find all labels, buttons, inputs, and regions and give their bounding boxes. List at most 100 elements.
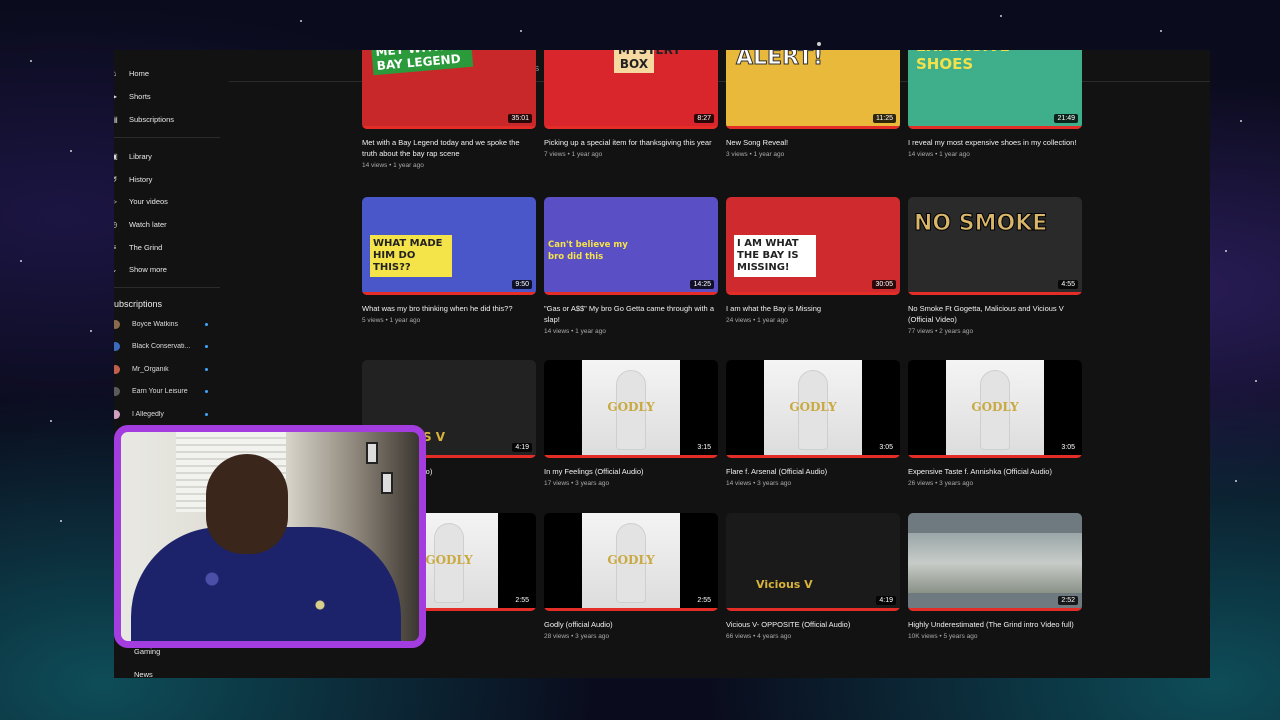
video-title[interactable]: Highly Underestimated (The Grind intro V… — [908, 619, 1078, 630]
sidebar-item-label: Watch later — [129, 219, 167, 229]
thumbnail-text: GODLY — [789, 400, 837, 414]
video-card[interactable]: MET WITH A BAY LEGEND 35:01 Met with a Bay… — [362, 50, 536, 169]
history-icon: ↺ — [114, 169, 120, 189]
subscription-name: Earn Your Leisure — [132, 388, 188, 395]
video-title[interactable]: I reveal my most expensive shoes in my c… — [908, 137, 1078, 148]
video-card[interactable]: GODLY 3:05 Flare f. Arsenal (Official Audi… — [726, 360, 900, 487]
video-card[interactable]: WHAT MADE HIM DO THIS?? 9:50 What was my b… — [362, 197, 536, 324]
thumbnail-text: MET WITH A BAY LEGEND — [370, 50, 474, 76]
video-duration: 2:55 — [694, 596, 714, 605]
subscription-item[interactable]: I Allegedly — [114, 405, 214, 423]
album-art: GODLY — [582, 513, 680, 611]
picture-frame — [381, 472, 393, 494]
video-title[interactable]: Flare f. Arsenal (Official Audio) — [726, 466, 896, 477]
sidebar-item-your-videos[interactable]: ▷ Your videos — [114, 191, 222, 211]
video-thumbnail[interactable]: WHAT MADE HIM DO THIS?? 9:50 — [362, 197, 536, 295]
playlist-icon: ≡ — [114, 237, 120, 257]
video-thumbnail[interactable]: MYSTERY BOX 8:27 — [544, 50, 718, 129]
sidebar-item-show-more[interactable]: ⌄ Show more — [114, 259, 222, 279]
video-duration: 14:25 — [690, 280, 714, 289]
video-thumbnail[interactable]: Vicious V 4:19 — [726, 513, 900, 611]
thumbnail-text: WHAT MADE HIM DO THIS?? — [370, 235, 452, 277]
video-card[interactable]: 2:52 Highly Underestimated (The Grind int… — [908, 513, 1082, 640]
watched-progress-bar — [544, 608, 718, 611]
watched-progress-bar — [544, 455, 718, 458]
video-title[interactable]: Vicious V- OPPOSITE (Official Audio) — [726, 619, 896, 630]
video-title[interactable]: I am what the Bay is Missing — [726, 303, 896, 314]
video-duration: 3:05 — [876, 443, 896, 452]
video-thumbnail[interactable]: GODLY 2:55 — [544, 513, 718, 611]
sidebar-item-home[interactable]: ⌂ Home — [114, 63, 222, 83]
clock-icon: ◷ — [114, 214, 120, 234]
video-title[interactable]: Godly (official Audio) — [544, 619, 714, 630]
sidebar-item-label: Home — [129, 68, 150, 78]
video-title[interactable]: What was my bro thinking when he did thi… — [362, 303, 532, 314]
video-thumbnail[interactable]: NO SMOKE 4:55 — [908, 197, 1082, 295]
video-meta: 66 views • 4 years ago — [726, 633, 792, 640]
video-duration: 3:15 — [694, 443, 714, 452]
video-thumbnail[interactable]: Can't believe my bro did this 14:25 — [544, 197, 718, 295]
avatar — [114, 342, 120, 351]
video-title[interactable]: In my Feelings (Official Audio) — [544, 466, 714, 477]
thumbnail-text: GODLY — [607, 400, 655, 414]
video-thumbnail[interactable]: EXPENSIVE SHOES 21:49 — [908, 50, 1082, 129]
sidebar-item-label: Show more — [129, 264, 167, 274]
video-duration: 9:50 — [512, 280, 532, 289]
sidebar-item-library[interactable]: ▣ Library — [114, 146, 222, 166]
sidebar-item-history[interactable]: ↺ History — [114, 169, 222, 189]
thumbnail-text: NO SMOKE — [913, 211, 1048, 237]
thumbnail-text: Can't believe my bro did this — [548, 240, 628, 262]
new-content-dot — [205, 390, 208, 393]
sidebar-item-gaming[interactable]: Gaming — [134, 647, 160, 656]
video-meta: 14 views • 1 year ago — [362, 162, 424, 169]
subscription-item[interactable]: Mr_Organik — [114, 360, 214, 378]
home-icon: ⌂ — [114, 63, 120, 83]
video-card[interactable]: ALERT! 11:25 New Song Reveal! 3 views • 1 y… — [726, 50, 900, 158]
video-card[interactable]: MYSTERY BOX 8:27 Picking up a special item… — [544, 50, 718, 158]
video-title[interactable]: Met with a Bay Legend today and we spoke… — [362, 137, 532, 159]
video-card[interactable]: GODLY 2:55 Godly (official Audio) 28 views … — [544, 513, 718, 640]
video-card[interactable]: EXPENSIVE SHOES 21:49 I reveal my most exp… — [908, 50, 1082, 158]
watched-progress-bar — [544, 292, 718, 295]
video-title[interactable]: Expensive Taste f. Annishka (Official Au… — [908, 466, 1078, 477]
watched-progress-bar — [726, 455, 900, 458]
video-thumbnail[interactable]: GODLY 3:05 — [726, 360, 900, 458]
video-thumbnail[interactable]: GODLY 3:05 — [908, 360, 1082, 458]
video-thumbnail[interactable]: GODLY 3:15 — [544, 360, 718, 458]
subscription-item[interactable]: Earn Your Leisure — [114, 383, 214, 401]
watched-progress-bar — [362, 126, 536, 129]
video-meta: 10K views • 5 years ago — [908, 633, 978, 640]
video-duration: 2:52 — [1058, 596, 1078, 605]
video-thumbnail[interactable]: MET WITH A BAY LEGEND 35:01 — [362, 50, 536, 129]
sidebar-item-shorts[interactable]: ▶ Shorts — [114, 86, 222, 106]
scene-image — [908, 533, 1082, 593]
video-card[interactable]: GODLY 3:05 Expensive Taste f. Annishka (Of… — [908, 360, 1082, 487]
sidebar-item-watch-later[interactable]: ◷ Watch later — [114, 214, 222, 234]
video-card[interactable]: Vicious V 4:19 Vicious V- OPPOSITE (Offici… — [726, 513, 900, 640]
video-meta: 17 views • 3 years ago — [544, 480, 610, 487]
video-thumbnail[interactable]: ALERT! 11:25 — [726, 50, 900, 129]
watched-progress-bar — [362, 292, 536, 295]
video-card[interactable]: I AM WHAT THE BAY IS MISSING! 30:05 I am w… — [726, 197, 900, 324]
shorts-icon: ▶ — [114, 86, 120, 106]
avatar — [114, 387, 120, 396]
video-thumbnail[interactable]: I AM WHAT THE BAY IS MISSING! 30:05 — [726, 197, 900, 295]
subscription-item[interactable]: Black Conservati... — [114, 338, 214, 356]
video-thumbnail[interactable]: 2:52 — [908, 513, 1082, 611]
video-title[interactable]: Picking up a special item for thanksgivi… — [544, 137, 714, 148]
sidebar-item-news[interactable]: News — [134, 670, 153, 678]
sidebar-item-the-grind[interactable]: ≡ The Grind — [114, 237, 222, 257]
subscriptions-icon: ▤ — [114, 109, 120, 129]
subscription-item[interactable]: Boyce Watkins — [114, 315, 214, 333]
watched-progress-bar — [908, 608, 1082, 611]
video-card[interactable]: Can't believe my bro did this 14:25 "Gas o… — [544, 197, 718, 335]
new-content-dot — [205, 367, 208, 371]
video-title[interactable]: New Song Reveal! — [726, 137, 896, 148]
video-card[interactable]: GODLY 3:15 In my Feelings (Official Audio)… — [544, 360, 718, 487]
video-title[interactable]: No Smoke Ft Gogetta, Malicious and Vicio… — [908, 303, 1078, 325]
video-title[interactable]: "Gas or A$$" My bro Go Getta came throug… — [544, 303, 714, 325]
watched-progress-bar — [908, 455, 1082, 458]
watched-progress-bar — [726, 126, 900, 129]
video-card[interactable]: NO SMOKE 4:55 No Smoke Ft Gogetta, Malicio… — [908, 197, 1082, 335]
sidebar-item-subscriptions[interactable]: ▤ Subscriptions — [114, 109, 222, 129]
